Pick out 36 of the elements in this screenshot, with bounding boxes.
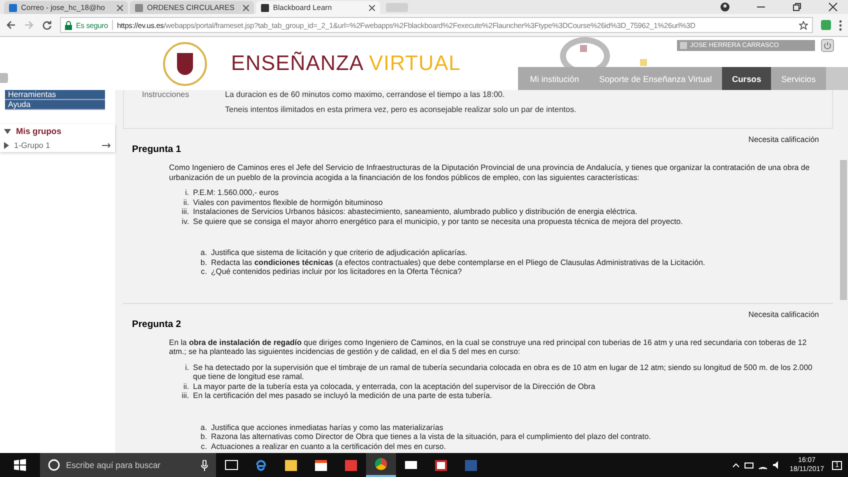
tab-favicon-icon	[135, 4, 143, 12]
menu-item[interactable]: Herramientas	[5, 90, 105, 100]
logout-icon[interactable]	[821, 39, 834, 52]
back-icon[interactable]	[6, 20, 16, 30]
menu-item[interactable]: Ayuda	[5, 100, 105, 110]
chrome-icon[interactable]	[366, 453, 396, 477]
question-title: Pregunta 1	[132, 144, 182, 155]
expanded-caret-icon[interactable]	[4, 128, 11, 134]
instruction-text: Teneis intentos ilimitados en esta primera vez, pero es aconsejable realizar solo un par de intentos.	[225, 105, 576, 114]
restore-icon[interactable]	[792, 2, 802, 12]
close-icon[interactable]	[117, 4, 123, 10]
close-icon[interactable]	[828, 2, 838, 12]
windows-start-icon[interactable]	[14, 459, 26, 471]
nav-tab[interactable]: Cursos	[722, 67, 772, 90]
group-link[interactable]: 1-Grupo 1	[14, 141, 50, 150]
tab-favicon-icon	[9, 4, 17, 12]
taskbar-search-field[interactable]: Escribe aquí para buscar	[40, 453, 216, 477]
account-icon[interactable]	[720, 2, 730, 12]
search-icon	[48, 459, 60, 471]
site-logo: ENSEÑANZA VIRTUAL	[231, 52, 461, 76]
instructions-label: Instrucciones	[142, 90, 190, 101]
groups-heading: Mis grupos	[16, 126, 62, 136]
instruction-text: La duracion es de 60 minutos como maximo, cerrandose el tiempo a las 18:00.	[225, 90, 506, 99]
avatar-icon	[680, 42, 688, 49]
tab-favicon-icon	[261, 4, 269, 12]
microphone-icon[interactable]	[201, 460, 208, 470]
question-title: Pregunta 2	[132, 318, 182, 330]
arrow-icon[interactable]	[102, 143, 111, 148]
reload-icon[interactable]	[42, 20, 52, 30]
caret-icon[interactable]	[4, 142, 10, 149]
close-icon[interactable]	[243, 4, 249, 10]
lock-icon	[65, 20, 72, 30]
menu-icon[interactable]	[839, 20, 842, 30]
university-seal-icon	[163, 42, 207, 86]
close-icon[interactable]	[369, 4, 375, 10]
bookmark-star-icon[interactable]	[799, 20, 808, 30]
